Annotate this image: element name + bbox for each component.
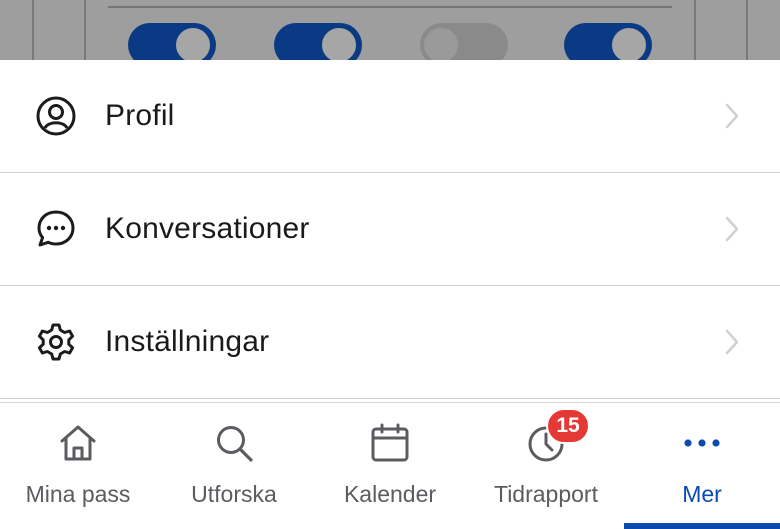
tab-label: Tidrapport: [494, 481, 598, 507]
toggle-switch: [274, 23, 362, 60]
bottom-tab-bar: Mina pass Utforska Kalender Tidrapport M…: [0, 402, 780, 529]
divider: [32, 0, 34, 60]
toggle-switch: [420, 23, 508, 60]
divider: [694, 0, 696, 60]
more-menu: Profil Konversationer Inställningar: [0, 60, 780, 402]
toggle-knob: [174, 26, 212, 60]
tab-label: Kalender: [343, 481, 437, 507]
tab-mina-pass[interactable]: Mina pass: [0, 403, 156, 529]
menu-item-profile[interactable]: Profil: [0, 60, 780, 173]
calendar-icon: [366, 419, 414, 467]
menu-item-label: Konversationer: [105, 212, 310, 245]
divider: [84, 0, 86, 60]
tab-label: Mina pass: [25, 481, 131, 507]
toggle-switch: [128, 23, 216, 60]
menu-item-conversations[interactable]: Konversationer: [0, 173, 780, 286]
menu-item-settings[interactable]: Inställningar: [0, 286, 780, 399]
toggle-switch: [564, 23, 652, 60]
home-icon: [54, 419, 102, 467]
active-tab-indicator: [624, 523, 780, 529]
tab-label: Mer: [682, 481, 722, 507]
divider: [108, 6, 672, 8]
chat-icon: [34, 207, 78, 251]
tab-mer[interactable]: Mer: [624, 403, 780, 529]
more-icon: [678, 419, 726, 467]
tab-utforska[interactable]: Utforska: [156, 403, 312, 529]
notification-badge: 15: [546, 408, 590, 444]
toggle-knob: [424, 28, 458, 60]
chevron-right-icon: [725, 216, 739, 242]
chevron-right-icon: [725, 329, 739, 355]
chevron-right-icon: [725, 103, 739, 129]
toggle-knob: [320, 26, 358, 60]
toggle-knob: [610, 26, 648, 60]
dimmed-background: [0, 0, 780, 60]
gear-icon: [34, 320, 78, 364]
divider: [746, 0, 748, 60]
tab-kalender[interactable]: Kalender: [312, 403, 468, 529]
search-icon: [210, 419, 258, 467]
menu-item-label: Profil: [105, 99, 175, 132]
profile-icon: [34, 94, 78, 138]
menu-item-label: Inställningar: [105, 325, 270, 358]
tab-label: Utforska: [191, 481, 277, 507]
